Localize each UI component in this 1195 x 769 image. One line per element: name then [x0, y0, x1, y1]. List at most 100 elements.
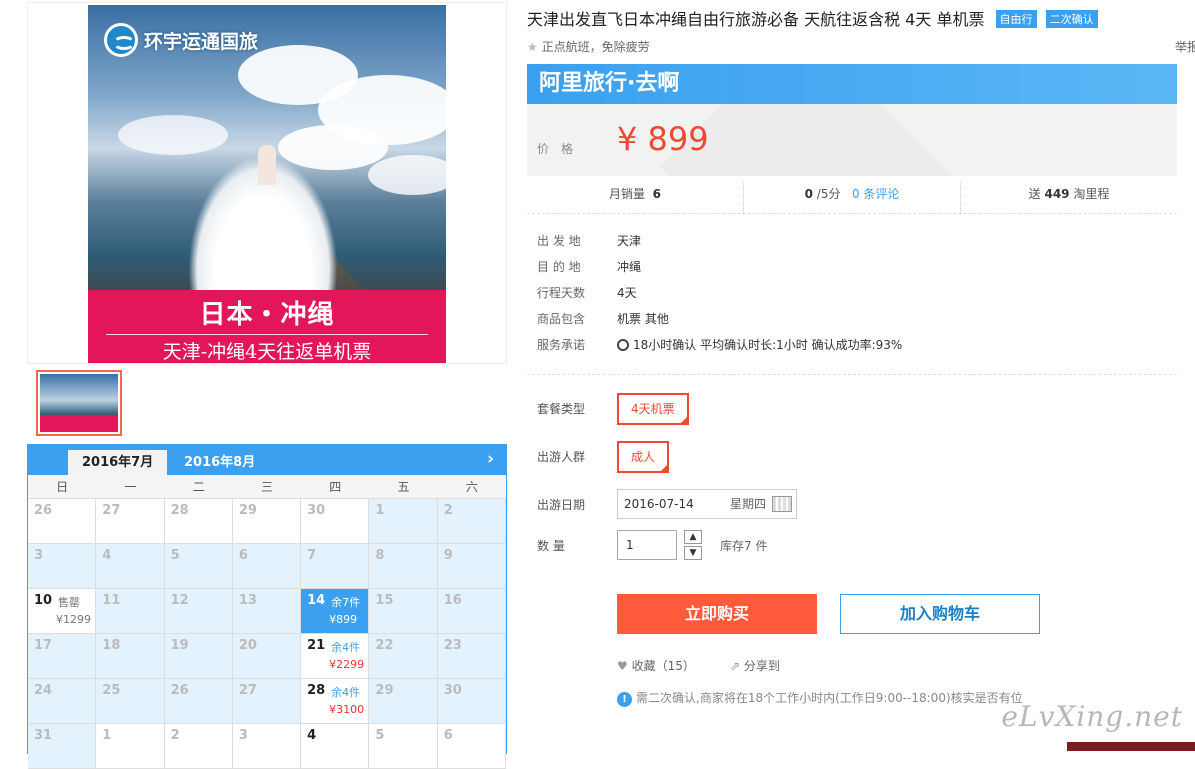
- calendar-day: 6: [232, 544, 302, 589]
- calendar-day: 7: [301, 544, 370, 589]
- calendar-grid: 26 27 28 29 30 1 2 3 4 5 6 7 8 9 10 售罄 ¥1299 11 12 13 14 余7件 ¥…: [28, 499, 506, 769]
- day-number: 29: [238, 503, 257, 518]
- calendar-day: 5: [369, 724, 438, 769]
- calendar-day: 12: [164, 589, 233, 634]
- day-number: 25: [102, 683, 121, 698]
- bride-figure-shape: [258, 145, 276, 185]
- calendar-day: 3: [28, 544, 97, 589]
- day-number: 28: [170, 503, 189, 518]
- day-number: 5: [170, 548, 180, 563]
- favorite-button[interactable]: ♥ 收藏（15）: [617, 657, 695, 674]
- calendar-day: 4: [96, 544, 165, 589]
- reconfirm-notice: ! 需二次确认,商家将在18个工作小时内(工作日9:00--18:00)核实是否有…: [617, 689, 1023, 707]
- calendar-day: 29: [232, 499, 302, 544]
- watermark: eLvXing.net: [1001, 700, 1183, 733]
- day-number: 15: [375, 593, 394, 608]
- attribute-key: 行程天数: [537, 286, 586, 300]
- info-icon: !: [617, 692, 632, 707]
- price-calendar: 2016年7月 2016年8月 › 日一二三四五六 26 27 28 29 30 1 2 3 4…: [27, 444, 507, 769]
- day-number: 11: [102, 593, 121, 608]
- calendar-day: 11: [96, 589, 165, 634]
- day-number: 24: [34, 683, 53, 698]
- calendar-day: 26: [28, 499, 97, 544]
- calendar-day[interactable]: 21 余4件 ¥2299: [301, 634, 370, 679]
- platform-brand: 阿里旅行·去啊: [527, 64, 1177, 104]
- calendar-day: 18: [96, 634, 165, 679]
- day-number: 19: [170, 638, 189, 653]
- thumbnail-1[interactable]: [36, 370, 122, 436]
- calendar-day: 2: [437, 499, 506, 544]
- quantity-input[interactable]: 1: [617, 530, 677, 560]
- package-option[interactable]: 4天机票: [617, 393, 689, 425]
- decrement-icon[interactable]: ▼: [684, 546, 702, 560]
- calendar-day[interactable]: 28 余4件 ¥3100: [301, 679, 370, 724]
- badge-self-guided: 自由行: [995, 10, 1037, 28]
- check-circle-icon: [617, 339, 629, 351]
- buy-now-button[interactable]: 立即购买: [617, 594, 817, 634]
- monthly-sales: 月销量 6: [608, 187, 661, 201]
- quantity-label: 数 量: [537, 539, 565, 553]
- day-number: 30: [307, 503, 326, 518]
- calendar-day: 31: [28, 724, 97, 769]
- attribute-value: 4天: [617, 286, 637, 300]
- rating: 0 /5分 0 条评论: [743, 182, 960, 213]
- day-stock: 余7件: [331, 596, 361, 609]
- day-number: 13: [238, 593, 257, 608]
- attribute-row: 行程天数 4天: [537, 284, 902, 310]
- favorite-label: 收藏（15）: [631, 659, 695, 673]
- day-number: 26: [34, 503, 53, 518]
- day-price: ¥1299: [56, 613, 91, 626]
- calendar-icon[interactable]: [772, 496, 792, 512]
- share-button[interactable]: ⇗ 分享到: [730, 657, 780, 674]
- chevron-right-icon[interactable]: ›: [487, 449, 494, 469]
- gallery-column: 环宇运通国旅 日本・冲绳 天津-冲绳4天往返单机票 2016年7月 2016年8…: [27, 0, 507, 769]
- share-icon: ⇗: [730, 659, 741, 673]
- calendar-day: 9: [437, 544, 506, 589]
- day-number: 3: [34, 548, 44, 563]
- day-number: 9: [443, 548, 453, 563]
- calendar-day: 23: [437, 634, 506, 679]
- product-attributes: 出 发 地 天津目 的 地 冲绳 行程天数 4天 商品包含 机票 其他 服务承诺 18小时确认 …: [537, 232, 902, 362]
- calendar-day: 22: [369, 634, 438, 679]
- increment-icon[interactable]: ▲: [684, 530, 702, 544]
- calendar-day: 19: [164, 634, 233, 679]
- day-number: 6: [238, 548, 248, 563]
- calendar-day: 27: [232, 679, 302, 724]
- calendar-day: 27: [96, 499, 165, 544]
- reviews-link[interactable]: 0 条评论: [852, 187, 899, 201]
- stock-text: 库存7 件: [720, 539, 768, 553]
- calendar-day[interactable]: 10 售罄 ¥1299: [28, 589, 97, 634]
- add-to-cart-button[interactable]: 加入购物车: [840, 594, 1040, 634]
- day-number: 14: [307, 593, 326, 608]
- product-title: 天津出发直飞日本冲绳自由行旅游必备 天航往返含税 4天 单机票 自由行 二次确认: [527, 6, 1098, 30]
- date-label: 出游日期: [537, 498, 586, 512]
- divider: [527, 374, 1177, 375]
- day-number: 26: [170, 683, 189, 698]
- day-price: ¥899: [329, 613, 358, 626]
- date-value: 2016-07-14: [624, 497, 694, 511]
- day-number: 29: [375, 683, 394, 698]
- attribute-row: 商品包含 机票 其他: [537, 310, 902, 336]
- weekday-label: 日: [56, 480, 69, 494]
- weekday-label: 二: [192, 480, 205, 494]
- calendar-day: 1: [369, 499, 438, 544]
- calendar-day: 30: [437, 679, 506, 724]
- attribute-row: 服务承诺 18小时确认 平均确认时长:1小时 确认成功率:93%: [537, 336, 902, 362]
- agency-logo: 环宇运通国旅: [104, 23, 258, 57]
- tab-july[interactable]: 2016年7月: [68, 450, 168, 475]
- agency-logo-text: 环宇运通国旅: [144, 30, 259, 53]
- group-label: 出游人群: [537, 450, 586, 464]
- group-option[interactable]: 成人: [617, 441, 670, 473]
- price-value: ¥ 899: [617, 120, 709, 158]
- report-link[interactable]: 举报: [1175, 38, 1195, 55]
- tab-august[interactable]: 2016年8月: [170, 450, 269, 475]
- calendar-day[interactable]: 4: [301, 724, 370, 769]
- product-poster: 环宇运通国旅 日本・冲绳 天津-冲绳4天往返单机票: [88, 5, 446, 363]
- calendar-day: 3: [232, 724, 302, 769]
- day-number: 17: [34, 638, 53, 653]
- poster-banner-title: 日本・冲绳: [199, 300, 335, 330]
- calendar-day: 25: [96, 679, 165, 724]
- date-picker[interactable]: 2016-07-14 星期四: [617, 489, 797, 519]
- day-number: 4: [102, 548, 112, 563]
- calendar-day[interactable]: 14 余7件 ¥899: [301, 589, 370, 634]
